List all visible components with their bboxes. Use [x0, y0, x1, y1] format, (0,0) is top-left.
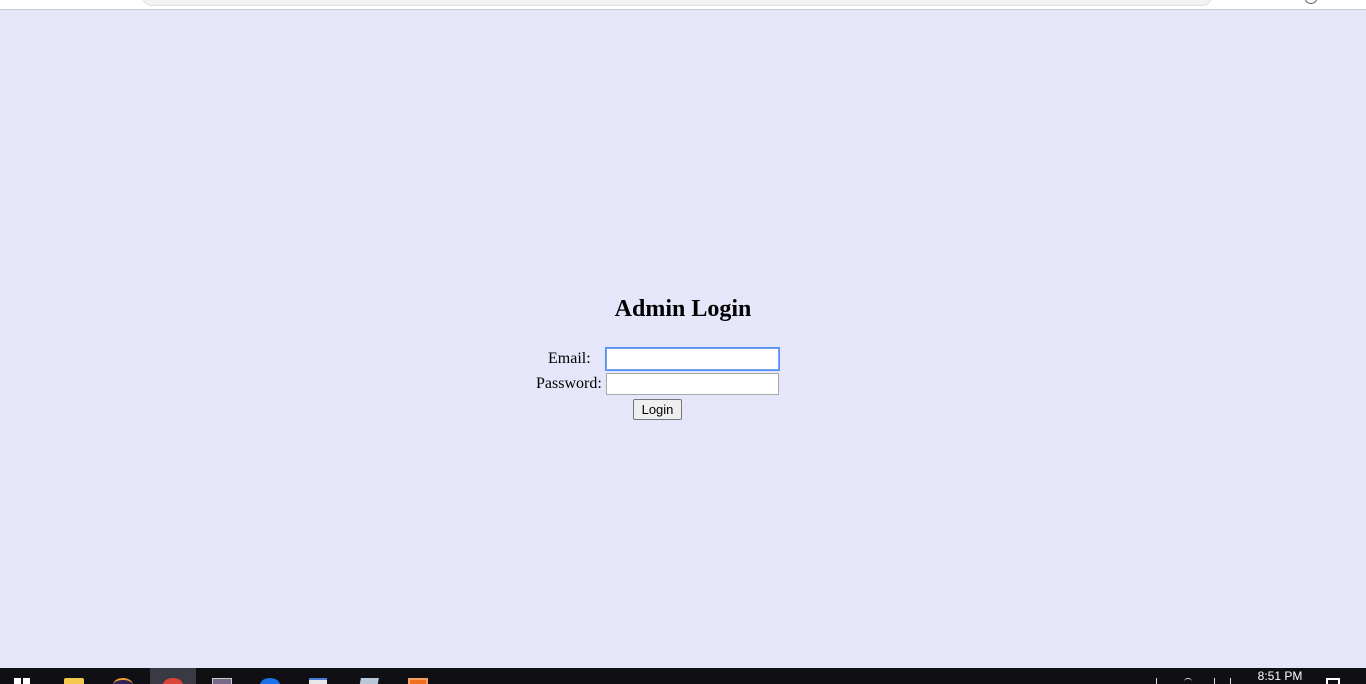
- edge-icon[interactable]: [260, 678, 280, 684]
- calendar-icon[interactable]: [212, 678, 232, 684]
- email-label: Email:: [548, 350, 591, 367]
- password-label: Password:: [536, 375, 602, 392]
- eclipse-icon[interactable]: [113, 678, 133, 684]
- network-icon[interactable]: [1156, 678, 1167, 684]
- clock[interactable]: 8:51 PM: [1252, 670, 1308, 682]
- chrome-icon[interactable]: [163, 678, 183, 684]
- audio-icon[interactable]: [1305, 0, 1317, 4]
- app-icon[interactable]: [408, 678, 428, 684]
- login-button[interactable]: Login: [633, 399, 682, 420]
- notification-icon[interactable]: [1326, 678, 1340, 684]
- taskbar: 8:51 PM: [0, 668, 1366, 684]
- start-icon[interactable]: [14, 678, 32, 684]
- volume-icon[interactable]: [1214, 678, 1225, 684]
- notepad-icon[interactable]: [309, 678, 329, 684]
- address-bar[interactable]: [142, 0, 1212, 6]
- browser-toolbar: [0, 0, 1366, 10]
- folder-icon[interactable]: [64, 678, 84, 684]
- page-body: [0, 11, 1366, 668]
- page-title: Admin Login: [614, 296, 752, 322]
- battery-icon[interactable]: [1230, 678, 1241, 684]
- email-field[interactable]: [606, 348, 779, 370]
- password-field[interactable]: [606, 373, 779, 395]
- docs-icon[interactable]: [360, 678, 380, 684]
- wifi-icon[interactable]: [1184, 678, 1192, 684]
